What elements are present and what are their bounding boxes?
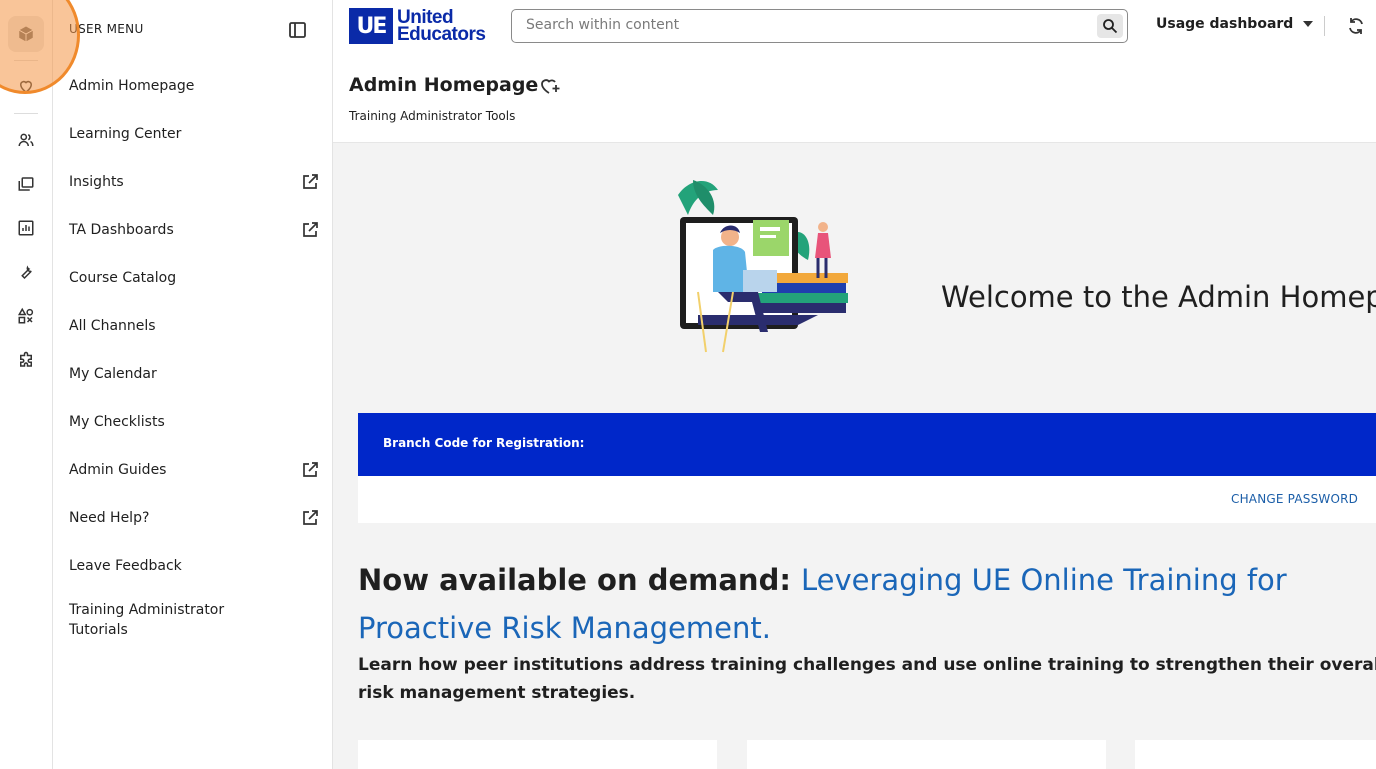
webinar-headline: Now available on demand: Leveraging UE O… <box>358 556 1376 652</box>
united-educators-logo[interactable]: UE United Educators <box>349 8 486 45</box>
menu-item-leave-feedback[interactable]: Leave Feedback <box>69 556 319 576</box>
add-favorite-icon[interactable] <box>539 76 561 96</box>
menu-item-label: Leave Feedback <box>69 558 182 574</box>
content-card[interactable] <box>747 740 1106 769</box>
search-input[interactable] <box>526 17 1086 33</box>
wrench-icon[interactable] <box>8 254 44 290</box>
menu-item-label: Admin Guides <box>69 462 167 478</box>
user-menu-panel: USER MENU Admin Homepage Learning Center… <box>53 0 333 769</box>
branch-code-bar: Branch Code for Registration: <box>358 413 1376 476</box>
menu-item-insights[interactable]: Insights <box>69 172 319 192</box>
menu-item-admin-homepage[interactable]: Admin Homepage <box>69 76 319 96</box>
logo-mark: UE <box>349 8 393 44</box>
webinar-description: Learn how peer institutions address trai… <box>358 655 1376 703</box>
menu-item-label: Admin Homepage <box>69 78 195 94</box>
search-icon <box>1103 19 1118 34</box>
search-box <box>511 9 1128 43</box>
menu-item-ta-tutorials[interactable]: Training Administrator Tutorials <box>69 600 319 640</box>
menu-item-need-help[interactable]: Need Help? <box>69 508 319 528</box>
change-password-link[interactable]: CHANGE PASSWORD <box>1231 492 1358 506</box>
menu-item-all-channels[interactable]: All Channels <box>69 316 319 336</box>
menu-item-label: Need Help? <box>69 510 150 526</box>
shapes-icon[interactable] <box>8 298 44 334</box>
external-link-icon <box>303 222 318 237</box>
menu-item-learning-center[interactable]: Learning Center <box>69 124 319 144</box>
header-divider <box>1324 16 1325 36</box>
usage-dashboard-dropdown[interactable]: Usage dashboard <box>1156 16 1314 32</box>
content-card[interactable] <box>358 740 717 769</box>
menu-item-label: Insights <box>69 174 124 190</box>
menu-item-label: My Checklists <box>69 414 165 430</box>
content-card[interactable] <box>1135 740 1376 769</box>
branch-code-label: Branch Code for Registration: <box>383 436 585 450</box>
menu-item-ta-dashboards[interactable]: TA Dashboards <box>69 220 319 240</box>
search-button[interactable] <box>1097 14 1123 38</box>
refresh-icon[interactable] <box>1346 16 1366 36</box>
external-link-icon <box>303 510 318 525</box>
menu-item-label: Learning Center <box>69 126 182 142</box>
page-title: Admin Homepage <box>349 74 539 96</box>
headline-prefix: Now available on demand: <box>358 563 802 597</box>
menu-item-admin-guides[interactable]: Admin Guides <box>69 460 319 480</box>
heart-icon[interactable] <box>8 68 44 104</box>
change-password-bar: CHANGE PASSWORD <box>358 476 1376 523</box>
menu-item-course-catalog[interactable]: Course Catalog <box>69 268 319 288</box>
sidebar-toggle-icon[interactable] <box>287 20 309 40</box>
menu-item-label: My Calendar <box>69 366 157 382</box>
caret-down-icon <box>1303 21 1314 27</box>
menu-item-my-calendar[interactable]: My Calendar <box>69 364 319 384</box>
welcome-heading: Welcome to the Admin Homepage <box>941 280 1376 314</box>
folders-icon[interactable] <box>8 166 44 202</box>
chart-icon[interactable] <box>8 210 44 246</box>
users-icon[interactable] <box>8 122 44 158</box>
rail-divider <box>14 60 38 61</box>
top-header: UE United Educators Usage dashboard Admi… <box>333 0 1376 143</box>
page-subtitle: Training Administrator Tools <box>349 109 516 123</box>
cube-icon[interactable] <box>8 16 44 52</box>
external-link-icon <box>303 174 318 189</box>
rail-divider <box>14 113 38 114</box>
logo-wordmark: United Educators <box>397 8 486 45</box>
menu-item-label: Training Administrator Tutorials <box>69 602 225 638</box>
external-link-icon <box>303 462 318 477</box>
user-menu-title: USER MENU <box>69 22 144 36</box>
person-at-laptop-illustration <box>678 180 848 353</box>
menu-item-label: All Channels <box>69 318 156 334</box>
main-content: Welcome to the Admin Homepage Branch Cod… <box>333 143 1376 769</box>
menu-item-my-checklists[interactable]: My Checklists <box>69 412 319 432</box>
icon-rail <box>0 0 53 769</box>
dropdown-label: Usage dashboard <box>1156 16 1294 32</box>
logo-line-2: Educators <box>397 24 486 45</box>
menu-item-label: TA Dashboards <box>69 222 174 238</box>
menu-item-label: Course Catalog <box>69 270 177 286</box>
puzzle-icon[interactable] <box>8 342 44 378</box>
